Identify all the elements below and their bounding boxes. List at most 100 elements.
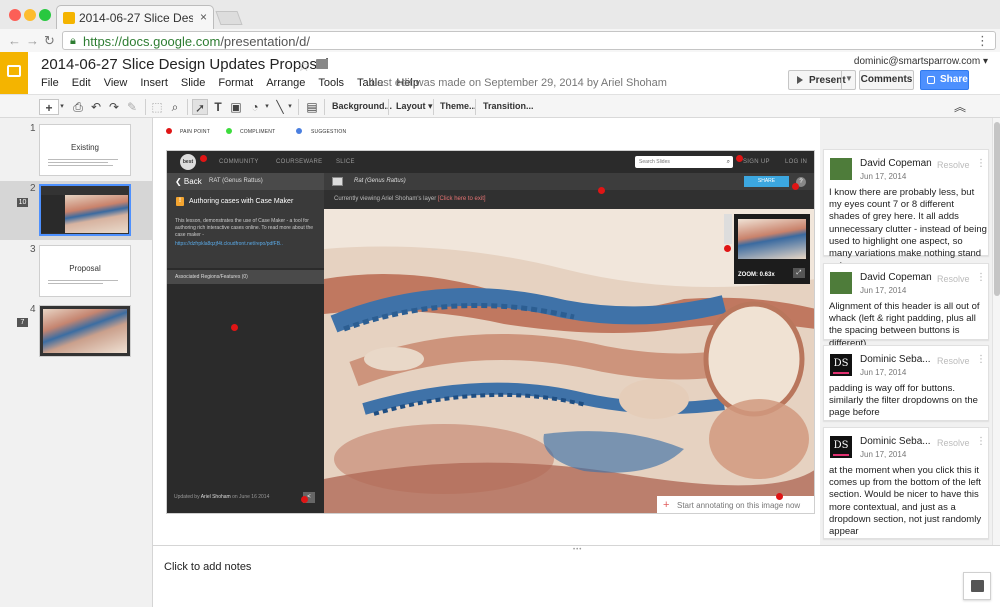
account-switcher[interactable]: dominic@smartsparrow.com ▾: [854, 56, 988, 67]
suggestion-legend-label: SUGGESTION: [311, 129, 347, 135]
share-button[interactable]: Share: [920, 70, 969, 90]
avatar: [830, 272, 852, 294]
menu-file[interactable]: File: [41, 77, 59, 91]
folder-icon[interactable]: [316, 59, 328, 69]
layout-button[interactable]: Layout ▾: [396, 101, 433, 112]
comment-card[interactable]: DS Dominic Seba... Jun 17, 2014 Resolve …: [823, 345, 989, 421]
slides-logo-icon[interactable]: [0, 52, 28, 94]
minimize-window-button[interactable]: [24, 9, 36, 21]
menu-arrange[interactable]: Arrange: [266, 77, 305, 91]
menu-slide[interactable]: Slide: [181, 77, 205, 91]
mock-top-nav: best COMMUNITY COURSEWARE SLICE Search S…: [167, 151, 814, 173]
comment-card[interactable]: David Copeman Jun 17, 2014 Resolve ⋮ Ali…: [823, 263, 989, 349]
tab-close-icon[interactable]: ×: [200, 10, 207, 24]
resolve-button[interactable]: Resolve: [937, 274, 970, 284]
speaker-notes[interactable]: ••• Click to add notes: [153, 545, 1000, 607]
comments-button[interactable]: Comments: [859, 70, 914, 90]
zoom-icon[interactable]: ⌕: [168, 99, 182, 115]
menu-tools[interactable]: Tools: [318, 77, 344, 91]
shape-dropdown-icon[interactable]: ▾: [264, 99, 270, 115]
close-window-button[interactable]: [9, 9, 21, 21]
pain-point-marker[interactable]: [776, 493, 783, 500]
undo-icon[interactable]: ↶: [89, 99, 103, 115]
resolve-button[interactable]: Resolve: [937, 160, 970, 170]
mock-log-in: LOG IN: [785, 159, 808, 165]
browser-menu-icon[interactable]: ⋮: [976, 33, 989, 49]
new-tab-button[interactable]: [215, 11, 243, 25]
text-box-icon[interactable]: T: [211, 99, 225, 115]
comment-author: David Copeman: [860, 272, 932, 283]
more-options-icon[interactable]: ⋮: [976, 436, 986, 447]
mock-nav-slice: SLICE: [336, 159, 355, 165]
comments-scrollbar[interactable]: [992, 118, 1000, 545]
reload-icon[interactable]: ↻: [44, 33, 55, 49]
more-options-icon[interactable]: ⋮: [976, 272, 986, 283]
menu-format[interactable]: Format: [218, 77, 253, 91]
pain-point-marker[interactable]: [724, 245, 731, 252]
pain-point-marker[interactable]: [301, 496, 308, 503]
avatar: [830, 158, 852, 180]
background-button[interactable]: Background...: [332, 101, 392, 111]
mock-viewer-header: Rat (Genus Rattus) SHARE ?: [324, 173, 814, 190]
slide-screenshot-mockup[interactable]: best COMMUNITY COURSEWARE SLICE Search S…: [166, 150, 815, 514]
menu-view[interactable]: View: [104, 77, 128, 91]
theme-button[interactable]: Theme...: [440, 101, 477, 111]
slide-thumbnail-2[interactable]: [39, 184, 131, 236]
select-arrow-icon[interactable]: ➚: [192, 99, 208, 115]
document-title[interactable]: 2014-06-27 Slice Design Updates Proposal: [41, 56, 329, 73]
comment-count-badge: 10: [17, 198, 28, 207]
transition-button[interactable]: Transition...: [483, 101, 534, 111]
slide-thumbnail-1[interactable]: Existing: [39, 124, 131, 176]
resolve-button[interactable]: Resolve: [937, 438, 970, 448]
pain-point-marker[interactable]: [200, 155, 207, 162]
redo-icon[interactable]: ↷: [107, 99, 121, 115]
line-dropdown-icon[interactable]: ▾: [287, 99, 293, 115]
present-dropdown-icon[interactable]: ▼: [845, 74, 853, 83]
print-icon[interactable]: ⎙: [71, 99, 85, 115]
comment-date: Jun 17, 2014: [860, 450, 907, 459]
pain-point-marker[interactable]: [736, 155, 743, 162]
collapse-toolbar-icon[interactable]: ︽: [953, 99, 967, 115]
notes-placeholder[interactable]: Click to add notes: [164, 561, 251, 573]
address-bar[interactable]: 🔒︎ https://docs.google.com/presentation/…: [62, 31, 996, 50]
mock-info-card: ! Authoring cases with Case Maker This l…: [167, 190, 324, 268]
shape-icon[interactable]: ◔: [247, 99, 263, 115]
mock-annotate-bar: + Start annotating on this image now: [657, 496, 814, 513]
comment-icon[interactable]: ▤: [305, 99, 319, 115]
slide-thumbnail-4[interactable]: [39, 305, 131, 357]
mock-rat-title: RAT (Genus Rattus): [209, 178, 263, 184]
present-button[interactable]: Present ▼: [788, 70, 856, 90]
select-frame-icon[interactable]: ⬚: [150, 99, 164, 115]
mock-updated-by: Updated by Ariel Shoham on June 16 2014: [174, 494, 270, 500]
avatar: DS: [830, 436, 852, 458]
avatar: DS: [830, 354, 852, 376]
star-icon[interactable]: ☆: [297, 57, 310, 75]
comments-panel: David Copeman Jun 17, 2014 Resolve ⋮ I k…: [820, 118, 992, 545]
browser-tab[interactable]: 2014-06-27 Slice Design Upd ×: [56, 5, 214, 29]
zoom-window-button[interactable]: [39, 9, 51, 21]
comment-body: padding is way off for buttons. similarl…: [829, 383, 978, 419]
image-icon[interactable]: ▣: [229, 99, 243, 115]
new-slide-dropdown-icon[interactable]: ▾: [58, 99, 66, 115]
forward-arrow-icon[interactable]: →: [26, 33, 39, 48]
line-icon[interactable]: ╲: [273, 99, 287, 115]
notes-resize-handle[interactable]: •••: [573, 547, 582, 553]
comment-card[interactable]: DS Dominic Seba... Jun 17, 2014 Resolve …: [823, 427, 989, 539]
new-slide-button[interactable]: +: [39, 99, 59, 115]
more-options-icon[interactable]: ⋮: [976, 354, 986, 365]
more-options-icon[interactable]: ⋮: [976, 158, 986, 169]
slide-thumbnail-3[interactable]: Proposal: [39, 245, 131, 297]
resolve-button[interactable]: Resolve: [937, 356, 970, 366]
pain-point-marker[interactable]: [598, 187, 605, 194]
explore-button[interactable]: [963, 572, 991, 600]
pain-point-marker[interactable]: [231, 324, 238, 331]
menu-edit[interactable]: Edit: [72, 77, 91, 91]
mock-logo: best: [180, 154, 196, 170]
pain-point-marker[interactable]: [792, 183, 799, 190]
back-arrow-icon[interactable]: ←: [8, 33, 21, 48]
comment-count-badge: 7: [17, 318, 28, 327]
menu-insert[interactable]: Insert: [140, 77, 168, 91]
paint-format-icon[interactable]: ✎: [125, 99, 139, 115]
comment-card[interactable]: David Copeman Jun 17, 2014 Resolve ⋮ I k…: [823, 149, 989, 271]
last-edit-link[interactable]: Last edit was made on September 29, 2014…: [371, 77, 667, 89]
